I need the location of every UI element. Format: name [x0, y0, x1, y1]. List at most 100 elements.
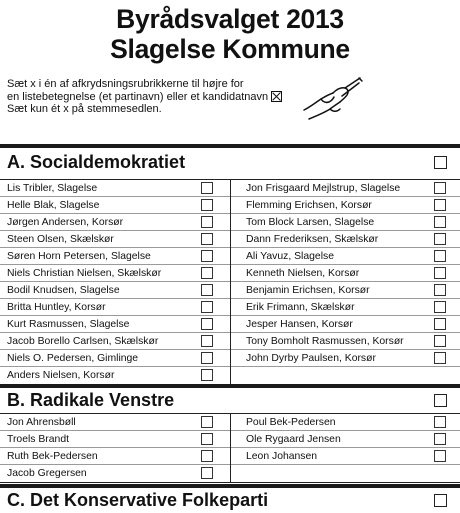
candidate-name: John Dyrby Paulsen, Korsør: [246, 353, 376, 364]
party-checkbox[interactable]: [434, 156, 447, 169]
candidate-checkbox[interactable]: [434, 250, 446, 262]
candidate-table: Jon Ahrensbøll Troels Brandt Ruth Bek-Pede…: [0, 413, 460, 483]
candidate-row[interactable]: Kenneth Nielsen, Korsør: [231, 265, 460, 282]
candidate-checkbox[interactable]: [434, 335, 446, 347]
candidate-checkbox[interactable]: [201, 216, 213, 228]
candidate-row[interactable]: Poul Bek-Pedersen: [231, 414, 460, 431]
candidate-name: Jørgen Andersen, Korsør: [7, 217, 124, 228]
candidate-checkbox[interactable]: [434, 233, 446, 245]
candidate-name: Ruth Bek-Pedersen: [7, 451, 98, 462]
candidate-checkbox[interactable]: [201, 199, 213, 211]
candidate-name: Dann Frederiksen, Skælskør: [246, 234, 379, 245]
candidate-row[interactable]: Helle Blak, Slagelse: [0, 197, 230, 214]
candidate-name: Jacob Borello Carlsen, Skælskør: [7, 336, 159, 347]
candidate-checkbox[interactable]: [434, 216, 446, 228]
candidate-row[interactable]: Niels Christian Nielsen, Skælskør: [0, 265, 230, 282]
candidate-name: Ali Yavuz, Slagelse: [246, 251, 334, 262]
candidate-checkbox[interactable]: [434, 284, 446, 296]
candidate-row[interactable]: Ruth Bek-Pedersen: [0, 448, 230, 465]
candidate-checkbox[interactable]: [201, 335, 213, 347]
candidate-checkbox[interactable]: [201, 416, 213, 428]
party-divider: [0, 144, 460, 148]
candidate-name: Benjamin Erichsen, Korsør: [246, 285, 370, 296]
party-name: C. Det Konservative Folkeparti: [7, 490, 269, 510]
candidate-name: Poul Bek-Pedersen: [246, 417, 336, 428]
candidate-checkbox[interactable]: [201, 284, 213, 296]
candidate-name: Kurt Rasmussen, Slagelse: [7, 319, 130, 330]
instruction-line: en listebetegnelse (et partinavn) eller …: [7, 90, 283, 104]
party-header: C. Det Konservative Folkeparti: [0, 488, 460, 513]
candidate-name: Anders Nielsen, Korsør: [7, 370, 115, 381]
candidate-name: Niels O. Pedersen, Gimlinge: [7, 353, 139, 364]
candidate-name: Tom Block Larsen, Slagelse: [246, 217, 375, 228]
candidate-name: Jon Frisgaard Mejlstrup, Slagelse: [246, 183, 401, 194]
candidate-row[interactable]: Tom Block Larsen, Slagelse: [231, 214, 460, 231]
instructions: Sæt x i én af afkrydsningsrubrikkerne ti…: [7, 78, 283, 116]
candidate-row[interactable]: Søren Horn Petersen, Slagelse: [0, 248, 230, 265]
party-name: A. Socialdemokratiet: [7, 152, 186, 172]
candidate-checkbox[interactable]: [201, 433, 213, 445]
candidate-name: Helle Blak, Slagelse: [7, 200, 100, 211]
candidate-row[interactable]: Britta Huntley, Korsør: [0, 299, 230, 316]
candidate-name: Ole Rygaard Jensen: [246, 434, 341, 445]
candidate-name: Jon Ahrensbøll: [7, 417, 76, 428]
candidate-checkbox[interactable]: [201, 233, 213, 245]
candidate-checkbox[interactable]: [201, 450, 213, 462]
candidate-row[interactable]: Jacob Borello Carlsen, Skælskør: [0, 333, 230, 350]
instruction-line: Sæt x i én af afkrydsningsrubrikkerne ti…: [7, 78, 244, 90]
party-checkbox[interactable]: [434, 394, 447, 407]
candidate-row[interactable]: Niels O. Pedersen, Gimlinge: [0, 350, 230, 367]
candidate-checkbox[interactable]: [201, 369, 213, 381]
candidate-row[interactable]: Flemming Erichsen, Korsør: [231, 197, 460, 214]
candidate-row[interactable]: Kurt Rasmussen, Slagelse: [0, 316, 230, 333]
candidate-checkbox[interactable]: [434, 267, 446, 279]
candidate-row[interactable]: Steen Olsen, Skælskør: [0, 231, 230, 248]
candidate-checkbox[interactable]: [434, 352, 446, 364]
candidate-checkbox[interactable]: [434, 416, 446, 428]
hand-writing-icon: [303, 77, 363, 120]
party-checkbox[interactable]: [434, 494, 447, 507]
municipality-title: Slagelse Kommune: [110, 34, 350, 64]
candidate-row[interactable]: Ali Yavuz, Slagelse: [231, 248, 460, 265]
candidate-row[interactable]: Bodil Knudsen, Slagelse: [0, 282, 230, 299]
candidate-checkbox[interactable]: [201, 267, 213, 279]
candidate-row[interactable]: Jacob Gregersen: [0, 465, 230, 482]
candidate-row[interactable]: Troels Brandt: [0, 431, 230, 448]
candidate-row[interactable]: Erik Frimann, Skælskør: [231, 299, 460, 316]
candidate-name: Erik Frimann, Skælskør: [246, 302, 355, 313]
candidate-checkbox[interactable]: [201, 182, 213, 194]
candidate-checkbox[interactable]: [434, 199, 446, 211]
candidate-row[interactable]: Ole Rygaard Jensen: [231, 431, 460, 448]
candidate-name: Flemming Erichsen, Korsør: [246, 200, 372, 211]
ballot-paper: Byrådsvalget 2013 Slagelse Kommune Sæt x…: [0, 0, 460, 513]
candidate-row[interactable]: Jesper Hansen, Korsør: [231, 316, 460, 333]
candidate-checkbox[interactable]: [434, 433, 446, 445]
candidate-checkbox[interactable]: [434, 318, 446, 330]
candidate-row[interactable]: Jon Ahrensbøll: [0, 414, 230, 431]
candidate-name: Britta Huntley, Korsør: [7, 302, 106, 313]
candidate-checkbox[interactable]: [434, 182, 446, 194]
party-name: B. Radikale Venstre: [7, 390, 175, 410]
candidate-name: Troels Brandt: [7, 434, 69, 445]
ballot-title: Byrådsvalget 2013: [116, 4, 344, 34]
candidate-checkbox[interactable]: [434, 301, 446, 313]
candidate-checkbox[interactable]: [201, 301, 213, 313]
party-header: B. Radikale Venstre: [0, 388, 460, 413]
candidate-row[interactable]: Leon Johansen: [231, 448, 460, 465]
candidate-row[interactable]: John Dyrby Paulsen, Korsør: [231, 350, 460, 367]
candidate-checkbox[interactable]: [201, 352, 213, 364]
candidate-row[interactable]: Jon Frisgaard Mejlstrup, Slagelse: [231, 180, 460, 197]
candidate-row[interactable]: Dann Frederiksen, Skælskør: [231, 231, 460, 248]
candidate-row[interactable]: Jørgen Andersen, Korsør: [0, 214, 230, 231]
candidate-row[interactable]: Anders Nielsen, Korsør: [0, 367, 230, 384]
candidate-name: Tony Bomholt Rasmussen, Korsør: [246, 336, 404, 347]
candidate-row[interactable]: Benjamin Erichsen, Korsør: [231, 282, 460, 299]
candidate-row[interactable]: Lis Tribler, Slagelse: [0, 180, 230, 197]
instruction-line: Sæt kun ét x på stemmesedlen.: [7, 103, 162, 116]
candidate-row[interactable]: Tony Bomholt Rasmussen, Korsør: [231, 333, 460, 350]
candidate-checkbox[interactable]: [434, 450, 446, 462]
candidate-checkbox[interactable]: [201, 250, 213, 262]
candidate-checkbox[interactable]: [201, 318, 213, 330]
candidate-name: Jesper Hansen, Korsør: [246, 319, 353, 330]
candidate-checkbox[interactable]: [201, 467, 213, 479]
